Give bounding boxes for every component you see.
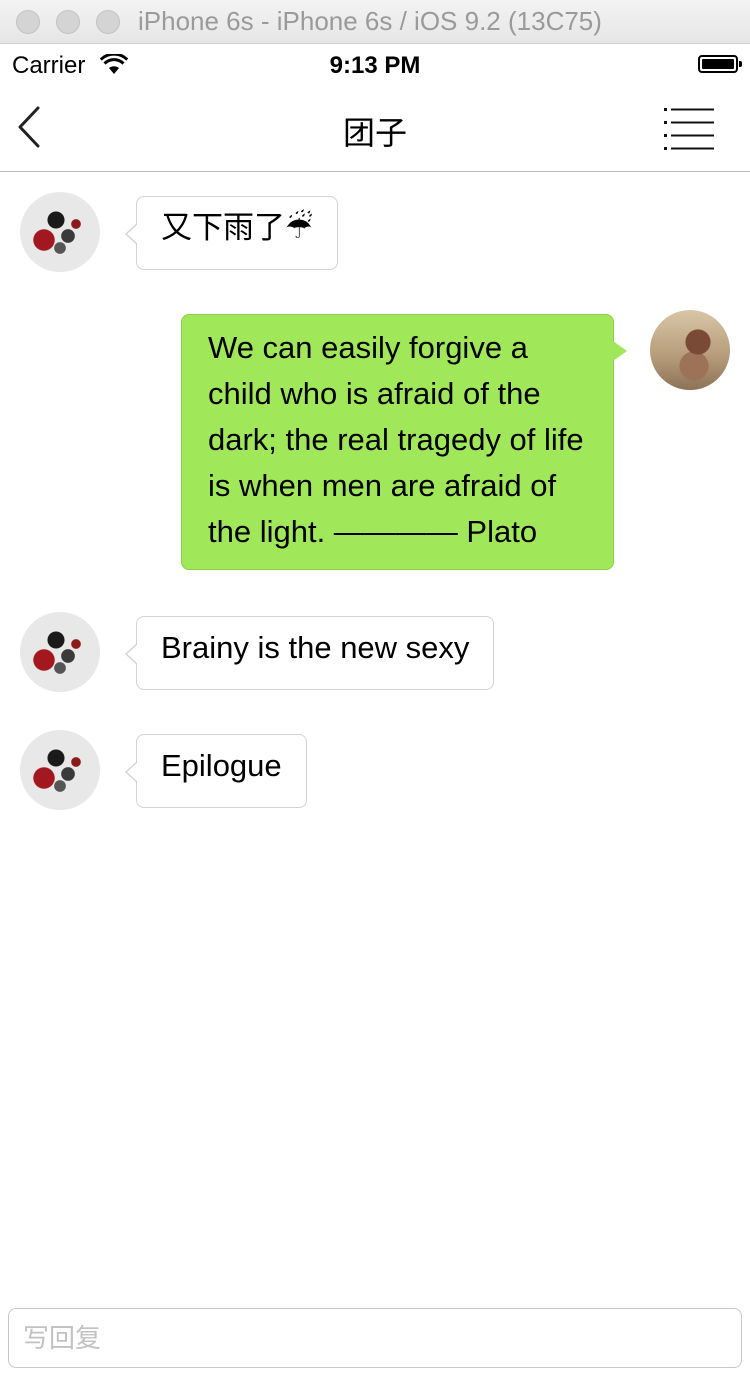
window-title: iPhone 6s - iPhone 6s / iOS 9.2 (13C75) xyxy=(138,6,602,36)
contact-avatar[interactable] xyxy=(20,192,100,272)
message-text: Epilogue xyxy=(161,748,282,783)
zoom-window-button[interactable] xyxy=(96,10,120,34)
incoming-message-bubble[interactable]: Brainy is the new sexy xyxy=(124,616,495,690)
reply-input[interactable] xyxy=(8,1308,742,1368)
battery-icon xyxy=(698,55,742,73)
outgoing-message-bubble[interactable]: We can easily forgive a child who is afr… xyxy=(181,314,627,570)
navigation-bar: 团子 xyxy=(0,84,750,172)
contact-avatar[interactable] xyxy=(20,730,100,810)
chat-message-list[interactable]: 又下雨了☔ We can easily forgive a child who … xyxy=(0,172,750,1292)
status-bar: Carrier 9:13 PM xyxy=(0,44,750,84)
my-avatar[interactable] xyxy=(650,310,730,390)
minimize-window-button[interactable] xyxy=(56,10,80,34)
simulator-title-bar: iPhone 6s - iPhone 6s / iOS 9.2 (13C75) xyxy=(0,0,750,44)
message-text: 又下雨了☔ xyxy=(161,210,313,245)
incoming-message-bubble[interactable]: 又下雨了☔ xyxy=(125,196,338,270)
page-title: 团子 xyxy=(342,115,407,151)
contact-avatar[interactable] xyxy=(20,612,100,692)
message-text: Brainy is the new sexy xyxy=(161,630,470,665)
message-text: We can easily forgive a child who is afr… xyxy=(208,330,584,549)
list-icon xyxy=(664,108,714,150)
menu-button[interactable] xyxy=(664,106,714,150)
incoming-message-bubble[interactable]: Epilogue xyxy=(125,734,307,808)
close-window-button[interactable] xyxy=(16,10,40,34)
status-time: 9:13 PM xyxy=(329,52,421,79)
